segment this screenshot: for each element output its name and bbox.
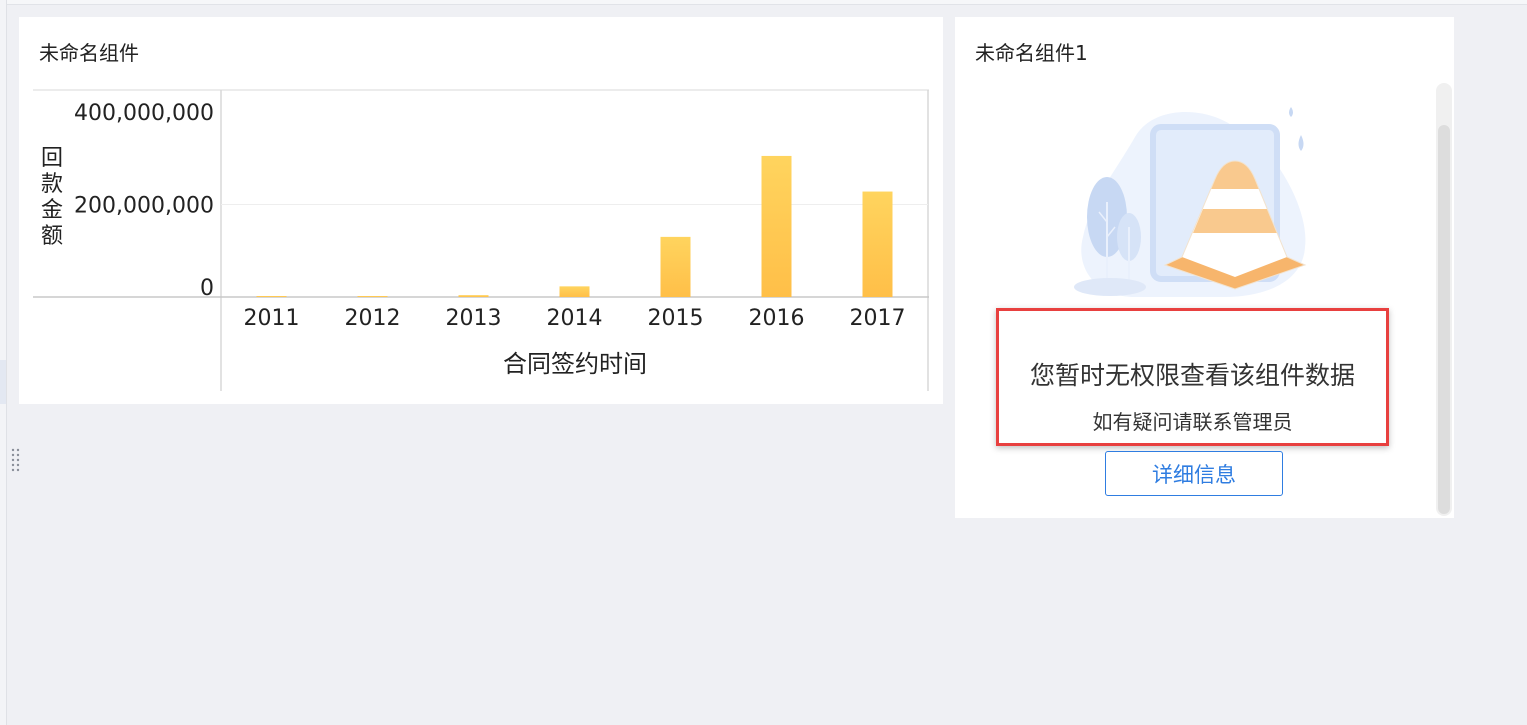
permission-message-box: 您暂时无权限查看该组件数据 如有疑问请联系管理员 [996,308,1389,446]
x-axis-ticks: 2011 2012 2013 2014 2015 2016 2017 [244,306,906,331]
details-button[interactable]: 详细信息 [1105,451,1283,496]
bars [256,155,893,297]
no-permission-illustration [1074,107,1307,297]
bar-2017[interactable] [862,191,893,297]
widget-title-1: 未命名组件1 [975,41,1088,65]
left-panel-tab[interactable] [0,360,6,404]
bar-2012[interactable] [357,296,388,297]
x-tick-label: 2016 [749,306,805,331]
bar-2013[interactable] [458,295,489,297]
y-tick-label: 0 [200,276,214,301]
y-axis-title-char: 额 [41,224,63,249]
top-strip [0,0,1527,5]
y-axis-ticks: 400,000,000 200,000,000 0 [74,101,214,301]
bar-2014[interactable] [559,286,590,297]
chart-frame [33,89,929,391]
y-axis-title-char: 回 [41,146,63,171]
no-permission-widget: 未命名组件1 您暂时无权限查看该组件数据 如有疑问请联系管理员 详细信息 [955,17,1454,518]
x-tick-label: 2017 [850,306,906,331]
y-tick-label: 400,000,000 [74,101,214,126]
drag-handle-icon[interactable] [11,448,21,472]
bar-2011[interactable] [256,296,287,297]
y-axis-title-char: 款 [41,172,63,197]
bar-2015[interactable] [660,236,691,297]
x-tick-label: 2015 [648,306,704,331]
contact-admin-message: 如有疑问请联系管理员 [1092,410,1293,434]
x-tick-label: 2012 [345,306,401,331]
chart-widget[interactable]: 未命名组件 400,000,000 200,000,000 0 2011 2012 20… [19,17,943,404]
bar-2016[interactable] [761,155,792,297]
no-permission-message: 您暂时无权限查看该组件数据 [1029,361,1355,390]
vertical-scrollbar-thumb[interactable] [1438,125,1450,514]
x-tick-label: 2014 [547,306,603,331]
x-tick-label: 2011 [244,306,300,331]
x-tick-label: 2013 [446,306,502,331]
y-tick-label: 200,000,000 [74,194,214,219]
x-axis-title: 合同签约时间 [503,350,647,378]
y-axis-title-char: 金 [41,198,63,223]
y-axis-title: 回款金额 [41,146,63,249]
bar-chart: 400,000,000 200,000,000 0 2011 2012 2013 2014… [33,89,929,391]
